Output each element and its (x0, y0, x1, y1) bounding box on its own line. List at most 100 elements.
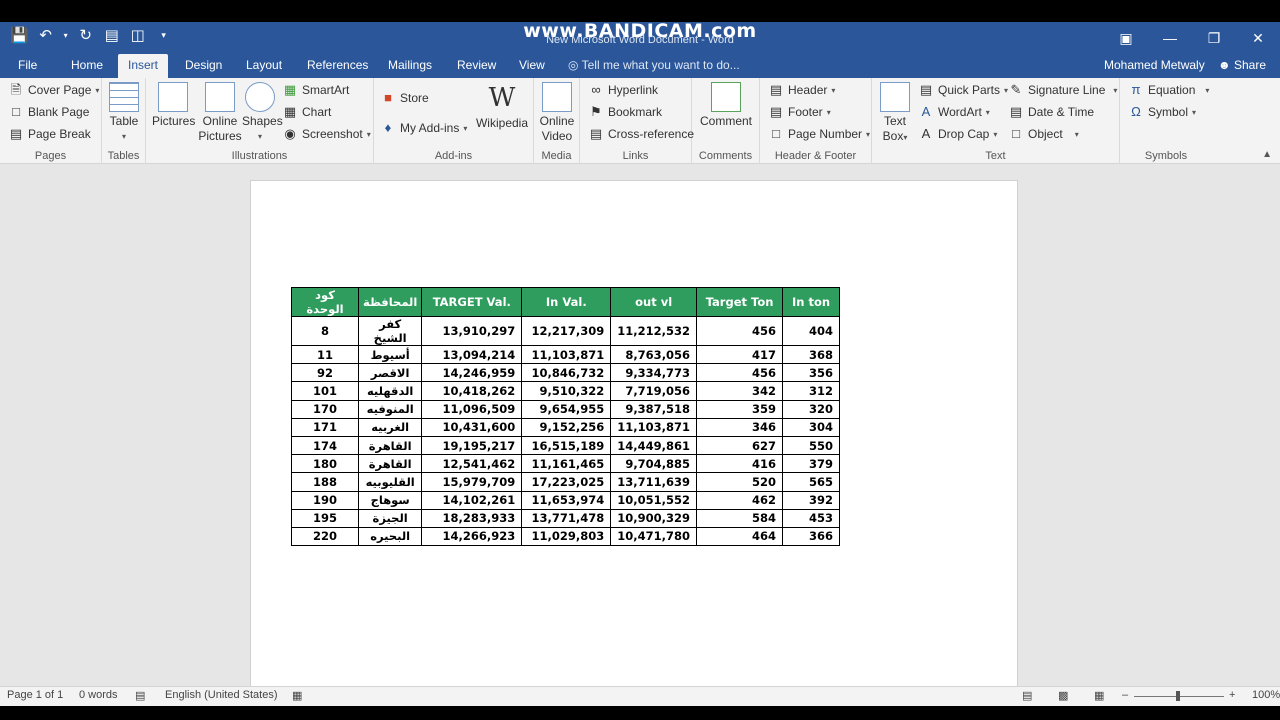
wordart-button[interactable]: A WordArt ▾ (918, 102, 990, 122)
table-cell[interactable]: 404 (782, 316, 841, 346)
tab-insert[interactable]: Insert (118, 54, 169, 78)
table-cell[interactable]: 180 (291, 454, 359, 474)
table-cell[interactable]: 520 (696, 472, 784, 492)
ribbon-display-options-icon[interactable]: ▣ (1104, 22, 1148, 54)
read-mode-icon[interactable]: ▤ (1022, 689, 1032, 702)
comment-button[interactable]: Comment (698, 82, 754, 129)
table-cell[interactable]: 9,387,518 (610, 399, 698, 419)
table-cell[interactable]: 366 (782, 526, 841, 547)
table-cell[interactable]: 416 (696, 454, 784, 474)
table-cell[interactable]: 312 (782, 381, 841, 401)
table-cell[interactable]: 11,103,871 (610, 417, 698, 437)
table-cell[interactable]: 7,719,056 (610, 381, 698, 401)
drop-cap-button[interactable]: A Drop Cap ▾ (918, 124, 998, 144)
table-cell[interactable]: 453 (782, 508, 841, 528)
minimize-icon[interactable]: — (1148, 22, 1192, 54)
data-table[interactable]: كود الوحدة المحافظة TARGET Val. In Val. … (291, 287, 841, 547)
header-target-val[interactable]: TARGET Val. (421, 287, 523, 317)
macro-icon[interactable]: ▦ (292, 689, 302, 702)
date-time-button[interactable]: ▤ Date & Time (1008, 102, 1094, 122)
header-out-vl[interactable]: out vl (610, 287, 698, 317)
table-cell[interactable]: 627 (696, 435, 784, 456)
share-button[interactable]: ☻ Share (1218, 54, 1266, 77)
restore-icon[interactable]: ❐ (1192, 22, 1236, 54)
table-cell[interactable]: 190 (291, 490, 359, 510)
table-cell[interactable]: 10,846,732 (521, 363, 612, 383)
tab-home[interactable]: Home (61, 54, 113, 78)
table-cell[interactable]: 13,771,478 (521, 508, 612, 528)
table-cell[interactable]: 464 (696, 526, 784, 547)
proofing-icon[interactable]: ▤ (135, 689, 145, 702)
table-cell[interactable]: 10,900,329 (610, 508, 698, 528)
symbol-button[interactable]: Ω Symbol ▾ (1128, 102, 1196, 122)
table-cell[interactable]: 17,223,025 (521, 472, 612, 492)
table-cell[interactable]: القاهرة (357, 435, 423, 456)
chart-button[interactable]: ▦ Chart (282, 102, 332, 122)
header-target-ton[interactable]: Target Ton (696, 287, 784, 317)
table-cell[interactable]: 10,051,552 (610, 490, 698, 510)
table-cell[interactable]: 8,763,056 (610, 344, 698, 365)
tab-layout[interactable]: Layout (236, 54, 292, 78)
table-cell[interactable]: 18,283,933 (421, 508, 523, 528)
online-video-button[interactable]: Online Video (538, 82, 576, 144)
table-cell[interactable]: البحيره (357, 526, 423, 547)
table-cell[interactable]: 11,096,509 (421, 399, 523, 419)
table-cell[interactable]: أسيوط (357, 344, 423, 365)
table-button[interactable]: Table ▾ (108, 82, 140, 144)
table-cell[interactable]: 10,431,600 (421, 417, 523, 437)
user-name[interactable]: Mohamed Metwaly (1104, 54, 1205, 77)
table-cell[interactable]: 14,246,959 (421, 363, 523, 383)
table-cell[interactable]: 320 (782, 399, 841, 419)
table-cell[interactable]: 10,418,262 (421, 381, 523, 401)
table-cell[interactable]: 11,029,803 (521, 526, 612, 547)
table-cell[interactable]: 550 (782, 435, 841, 456)
table-cell[interactable]: الاقصر (357, 363, 423, 383)
tab-design[interactable]: Design (175, 54, 232, 78)
table-cell[interactable]: 456 (696, 363, 784, 383)
print-layout-icon[interactable]: ▩ (1058, 689, 1068, 702)
collapse-ribbon-icon[interactable]: ▲ (1262, 149, 1272, 160)
header-governorate[interactable]: المحافظة (357, 287, 423, 317)
table-cell[interactable]: 9,654,955 (521, 399, 612, 419)
text-box-button[interactable]: Text Box▾ (876, 82, 914, 145)
table-cell[interactable]: 19,195,217 (421, 435, 523, 456)
tab-review[interactable]: Review (447, 54, 506, 78)
signature-line-button[interactable]: ✎ Signature Line ▾ (1008, 80, 1118, 100)
table-cell[interactable]: 565 (782, 472, 841, 492)
table-cell[interactable]: الدقهليه (357, 381, 423, 401)
cover-page-button[interactable]: 🗎 Cover Page ▾ (8, 80, 100, 100)
table-cell[interactable]: 8 (291, 316, 359, 346)
table-cell[interactable]: 13,910,297 (421, 316, 523, 346)
store-button[interactable]: ■ Store (380, 88, 429, 108)
zoom-out-icon[interactable]: – (1122, 689, 1128, 701)
page-count[interactable]: Page 1 of 1 (7, 689, 63, 701)
table-cell[interactable]: 359 (696, 399, 784, 419)
header-unit-code[interactable]: كود الوحدة (291, 287, 359, 317)
table-cell[interactable]: 346 (696, 417, 784, 437)
hyperlink-button[interactable]: ∞ Hyperlink (588, 80, 658, 100)
tab-references[interactable]: References (297, 54, 378, 78)
table-cell[interactable]: 392 (782, 490, 841, 510)
my-addins-button[interactable]: ♦ My Add-ins ▾ (380, 118, 468, 138)
document-page[interactable]: كود الوحدة المحافظة TARGET Val. In Val. … (250, 180, 1018, 686)
pictures-button[interactable]: Pictures (152, 82, 195, 129)
table-cell[interactable]: 101 (291, 381, 359, 401)
table-cell[interactable]: المنوفيه (357, 399, 423, 419)
table-cell[interactable]: القليوبيه (357, 472, 423, 492)
table-cell[interactable]: 379 (782, 454, 841, 474)
table-cell[interactable]: 92 (291, 363, 359, 383)
header-button[interactable]: ▤ Header ▾ (768, 80, 836, 100)
table-cell[interactable]: 14,266,923 (421, 526, 523, 547)
page-break-button[interactable]: ▤ Page Break (8, 124, 91, 144)
wikipedia-button[interactable]: W Wikipedia (474, 82, 530, 131)
zoom-level[interactable]: 100% (1252, 689, 1280, 701)
table-cell[interactable]: 417 (696, 344, 784, 365)
table-cell[interactable]: 220 (291, 526, 359, 547)
table-cell[interactable]: 11,161,465 (521, 454, 612, 474)
table-cell[interactable]: 368 (782, 344, 841, 365)
zoom-slider-thumb[interactable] (1176, 691, 1180, 701)
table-cell[interactable]: 9,334,773 (610, 363, 698, 383)
table-cell[interactable]: 12,217,309 (521, 316, 612, 346)
table-cell[interactable]: 13,711,639 (610, 472, 698, 492)
close-icon[interactable]: ✕ (1236, 22, 1280, 54)
